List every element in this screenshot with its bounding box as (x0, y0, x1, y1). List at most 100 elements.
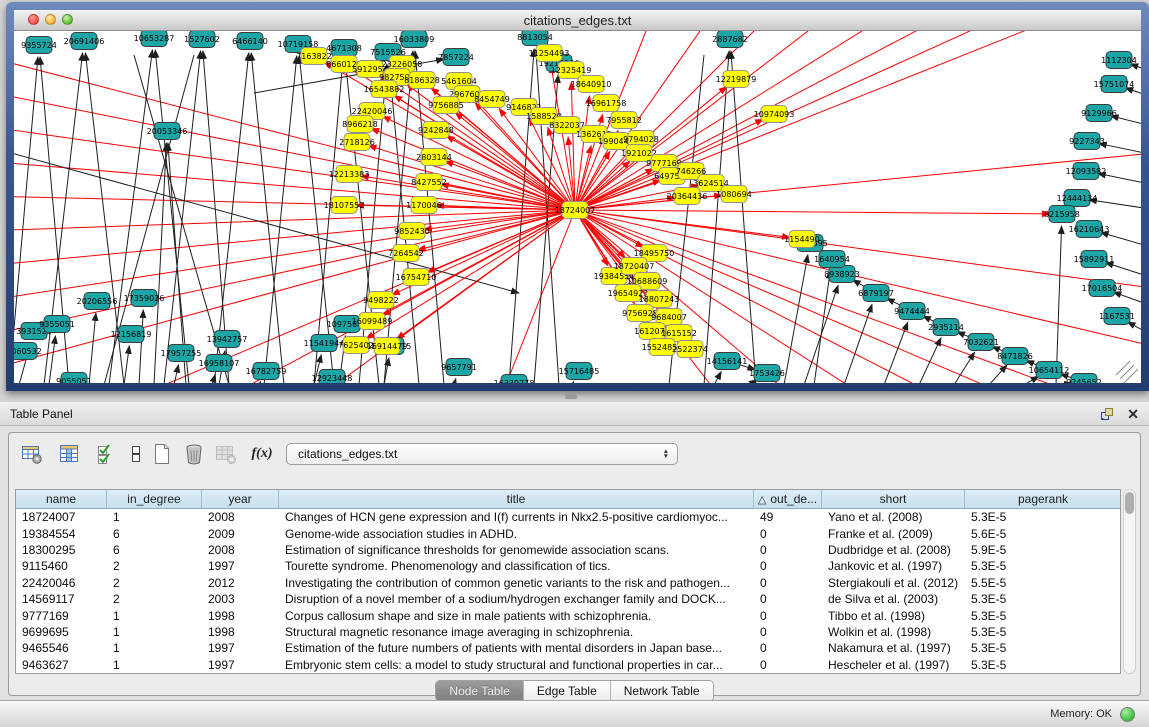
network-node[interactable]: 9657791 (441, 359, 477, 376)
table-row[interactable]: 946554611997Estimation of the future num… (16, 640, 1120, 656)
network-node[interactable]: 9756885 (428, 97, 464, 114)
network-node[interactable]: 2803144 (416, 149, 452, 166)
table-row[interactable]: 2242004622012Investigating the contribut… (16, 575, 1120, 591)
network-node[interactable]: 12444134 (1057, 190, 1098, 207)
network-node[interactable]: 8471826 (997, 348, 1033, 365)
network-node[interactable]: 1753426 (749, 365, 785, 382)
table-mode-button[interactable] (123, 441, 149, 467)
network-graph[interactable]: 9355724206914061065328715276026466140107… (14, 31, 1141, 383)
table-row[interactable]: 1456911722003Disruption of a novel membe… (16, 591, 1120, 607)
network-node[interactable]: 6466140 (232, 33, 268, 50)
network-node[interactable]: 9055051 (56, 373, 92, 384)
network-node[interactable]: 1527602 (184, 31, 220, 48)
network-node[interactable]: 2060532 (14, 343, 42, 360)
float-panel-icon[interactable] (1099, 406, 1115, 422)
network-node[interactable]: 17016504 (1082, 280, 1123, 297)
column-header-out_de[interactable]: △out_de... (754, 490, 822, 508)
network-node[interactable]: 9474444 (894, 303, 930, 320)
network-node[interactable]: 9245652 (1066, 374, 1102, 384)
split-pane-handle[interactable] (565, 394, 577, 399)
column-header-short[interactable]: short (822, 490, 965, 508)
network-node[interactable]: 1112304 (1101, 52, 1137, 69)
resize-grip-icon[interactable] (1124, 369, 1138, 383)
table-selector-dropdown[interactable]: citations_edges.txt ▲▼ (286, 443, 678, 465)
network-node[interactable]: 1080694 (716, 186, 752, 203)
network-node[interactable]: 20206556 (77, 293, 118, 310)
network-node[interactable]: 12093582 (1066, 163, 1107, 180)
network-node[interactable]: 15716485 (559, 363, 600, 380)
network-node[interactable]: 6879197 (858, 285, 894, 302)
network-canvas[interactable]: 9355724206914061065328715276026466140107… (14, 31, 1141, 383)
minimize-button[interactable] (45, 14, 56, 25)
network-node[interactable]: 2887682 (712, 31, 748, 48)
network-node[interactable]: 2935114 (928, 319, 964, 336)
network-node[interactable]: 12219879 (716, 71, 757, 88)
tab-node-table[interactable]: Node Table (436, 681, 524, 701)
network-window-titlebar[interactable]: citations_edges.txt (14, 10, 1141, 31)
table-row[interactable]: 946362711997Embryonic stem cells: a mode… (16, 657, 1120, 673)
close-button[interactable] (28, 14, 39, 25)
network-node[interactable]: 16339778 (494, 375, 535, 384)
column-header-year[interactable]: year (202, 490, 279, 508)
network-node[interactable]: 8427552 (411, 174, 447, 191)
network-node[interactable]: 7032621 (963, 334, 999, 351)
network-node[interactable]: 9498222 (363, 292, 399, 309)
network-node[interactable]: 15751074 (1094, 76, 1135, 93)
zoom-button[interactable] (62, 14, 73, 25)
show-columns-button[interactable] (56, 441, 82, 467)
network-node[interactable]: 16958107 (199, 355, 240, 372)
tab-edge-table[interactable]: Edge Table (524, 681, 611, 701)
table-options-button[interactable] (19, 441, 45, 467)
new-column-button[interactable] (149, 441, 175, 467)
network-node[interactable]: 16782759 (246, 363, 287, 380)
network-node[interactable]: 9227343 (1069, 133, 1105, 150)
memory-status-indicator[interactable] (1120, 707, 1135, 722)
network-node[interactable]: 9129966 (1081, 105, 1117, 122)
column-header-name[interactable]: name (16, 490, 107, 508)
network-node[interactable]: 10974093 (754, 106, 795, 123)
tab-network-table[interactable]: Network Table (611, 681, 713, 701)
network-node[interactable]: 13942757 (207, 331, 248, 348)
network-node[interactable]: 8215958 (1044, 206, 1080, 223)
table-row[interactable]: 911546021997Tourette syndrome. Phenomeno… (16, 558, 1120, 574)
network-node[interactable]: 2522374 (672, 341, 708, 358)
network-node[interactable]: 7264542 (388, 245, 424, 262)
table-scrollbar[interactable] (1123, 489, 1136, 674)
network-node[interactable]: 8454749 (474, 91, 510, 108)
network-node[interactable]: 10653287 (134, 31, 175, 47)
network-window[interactable]: citations_edges.txt 9355724 20691406 10653… (6, 2, 1149, 391)
network-node[interactable]: 1170046 (406, 197, 442, 214)
network-node[interactable]: 8966218 (342, 116, 378, 133)
network-node[interactable]: 9355051 (39, 316, 75, 333)
table-row[interactable]: 1830029562008Estimation of significance … (16, 542, 1120, 558)
network-node[interactable]: 9242848 (418, 122, 454, 139)
resize-grip-icon[interactable] (1120, 365, 1134, 379)
table-row[interactable]: 1872400712008Changes of HCN gene express… (16, 509, 1120, 525)
network-node[interactable]: 1640954 (814, 251, 850, 268)
select-columns-button[interactable] (93, 441, 119, 467)
table-row[interactable]: 977716911998Corpus callosum shape and si… (16, 607, 1120, 623)
network-node[interactable]: 9852430 (394, 223, 430, 240)
network-node[interactable]: 16210643 (1069, 221, 1110, 238)
network-node[interactable]: 8938923 (824, 266, 860, 283)
column-header-in_degree[interactable]: in_degree (107, 490, 202, 508)
delete-column-button[interactable] (181, 441, 207, 467)
network-node[interactable]: 2718126 (339, 134, 375, 151)
column-header-title[interactable]: title (279, 490, 754, 508)
network-node[interactable]: 1154490 (784, 231, 820, 248)
delete-table-button[interactable] (213, 441, 239, 467)
table-row[interactable]: 1938455462009Genome-wide association stu… (16, 525, 1120, 541)
table-scrollbar-thumb[interactable] (1125, 492, 1134, 514)
network-node[interactable]: 15892911 (1074, 251, 1115, 268)
table-row[interactable]: 969969511998Structural magnetic resonanc… (16, 624, 1120, 640)
network-node[interactable]: 8186328 (404, 72, 440, 89)
function-builder-button[interactable]: f(x) (249, 441, 275, 467)
network-node[interactable]: 12923448 (312, 370, 353, 384)
network-node[interactable]: 1167531 (1099, 308, 1135, 325)
network-node[interactable]: 8813054 (517, 31, 553, 46)
network-node[interactable]: 9355724 (21, 37, 57, 54)
network-node[interactable]: 7955812 (606, 112, 642, 129)
close-panel-icon[interactable]: ✕ (1127, 407, 1139, 421)
resize-grip-icon[interactable] (1116, 361, 1130, 375)
network-node[interactable]: 20691406 (64, 33, 105, 50)
